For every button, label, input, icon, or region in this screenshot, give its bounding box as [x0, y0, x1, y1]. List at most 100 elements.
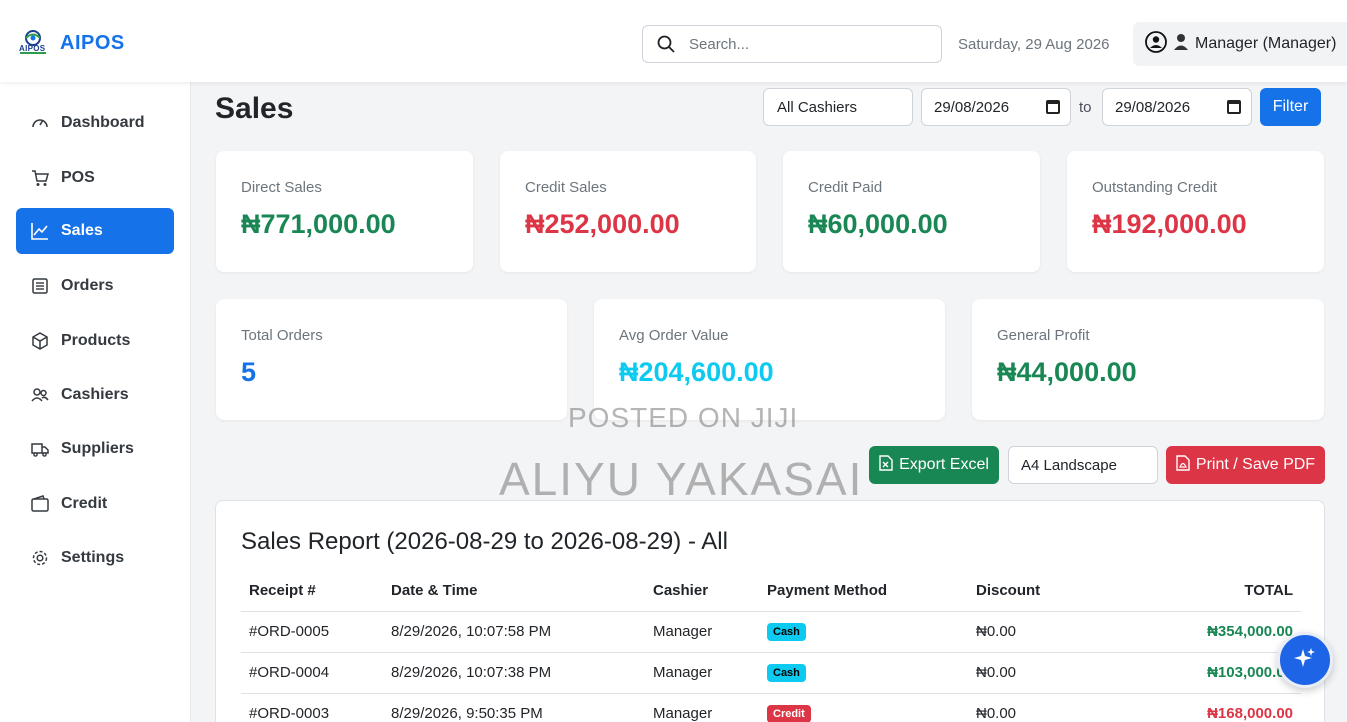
datetime-cell: 8/29/2026, 9:50:35 PM [383, 693, 645, 722]
stat-card-general-profit: General Profit ₦44,000.00 [972, 299, 1324, 420]
stat-label: Outstanding Credit [1092, 179, 1218, 196]
stat-label: Direct Sales [241, 179, 322, 196]
column-header[interactable]: Payment Method [759, 571, 968, 612]
calendar-icon[interactable] [1227, 100, 1241, 114]
stat-value: ₦252,000.00 [525, 209, 680, 239]
chart-line-icon [31, 222, 49, 240]
stat-value: ₦204,600.00 [619, 357, 774, 387]
watermark-line-2: ALIYU YAKASAI [499, 453, 864, 505]
stat-card-credit-sales: Credit Sales ₦252,000.00 [500, 151, 756, 272]
total-cell: ₦168,000.00 [1118, 693, 1301, 722]
print-pdf-label: Print / Save PDF [1195, 456, 1316, 473]
sparkles-icon [1293, 646, 1317, 675]
cashier-cell: Manager [645, 693, 759, 722]
search-icon [643, 26, 689, 62]
discount-cell: ₦0.00 [968, 611, 1118, 653]
payment-badge: Credit [767, 705, 811, 722]
stat-value: ₦44,000.00 [997, 357, 1137, 387]
truck-icon [31, 440, 49, 458]
table-row[interactable]: #ORD-0004 8/29/2026, 10:07:38 PM Manager… [241, 652, 1301, 694]
payment-method-cell: Cash [759, 611, 968, 653]
receipt-cell: #ORD-0003 [241, 693, 383, 722]
table-header-row: Receipt # Date & Time Cashier Payment Me… [241, 571, 1301, 612]
sidebar-item-cashiers[interactable]: Cashiers [16, 372, 174, 418]
sidebar-item-label: Products [61, 332, 131, 349]
column-header[interactable]: Receipt # [241, 571, 383, 612]
from-date-input[interactable]: 29/08/2026 [921, 88, 1071, 126]
aipos-logo-icon: AIPOS [16, 27, 50, 59]
print-pdf-button[interactable]: Print / Save PDF [1166, 446, 1325, 484]
from-date-value: 29/08/2026 [934, 98, 1010, 116]
current-date: Saturday, 29 Aug 2026 [958, 36, 1110, 53]
table-row[interactable]: #ORD-0003 8/29/2026, 9:50:35 PM Manager … [241, 693, 1301, 722]
search-input[interactable] [689, 35, 929, 53]
list-icon [31, 277, 49, 295]
stat-value: 5 [241, 357, 257, 387]
wallet-icon [31, 495, 49, 513]
stat-label: Credit Sales [525, 179, 607, 196]
top-bar: AIPOS AIPOS Saturday, 29 Aug 2026 Manage… [0, 0, 1347, 82]
to-date-input[interactable]: 29/08/2026 [1102, 88, 1252, 126]
table-row[interactable]: #ORD-0005 8/29/2026, 10:07:58 PM Manager… [241, 611, 1301, 653]
payment-method-cell: Cash [759, 652, 968, 694]
cashier-cell: Manager [645, 652, 759, 694]
stat-label: General Profit [997, 327, 1090, 344]
column-header[interactable]: Cashier [645, 571, 759, 612]
sidebar-item-label: Settings [61, 549, 125, 566]
brand[interactable]: AIPOS AIPOS [16, 27, 125, 59]
datetime-cell: 8/29/2026, 10:07:58 PM [383, 611, 645, 653]
column-header[interactable]: Discount [968, 571, 1118, 612]
stat-card-avg-order-value: Avg Order Value ₦204,600.00 [594, 299, 945, 420]
page-title: Sales [215, 92, 294, 125]
total-cell: ₦103,000.00 [1118, 652, 1301, 694]
sidebar-item-settings[interactable]: Settings [16, 535, 174, 581]
payment-badge: Cash [767, 623, 806, 641]
sales-table: Receipt # Date & Time Cashier Payment Me… [241, 571, 1301, 722]
sidebar-item-sales[interactable]: Sales [16, 208, 174, 254]
cashier-filter-select[interactable]: All Cashiers [763, 88, 913, 126]
ai-assistant-button[interactable] [1277, 632, 1333, 688]
stat-value: ₦771,000.00 [241, 209, 396, 239]
user-menu[interactable]: Manager (Manager) [1133, 22, 1347, 66]
stat-card-outstanding-credit: Outstanding Credit ₦192,000.00 [1067, 151, 1324, 272]
column-header[interactable]: TOTAL [1118, 571, 1301, 612]
sidebar-item-products[interactable]: Products [16, 318, 174, 364]
file-excel-icon [879, 454, 893, 476]
user-label: Manager (Manager) [1195, 35, 1337, 52]
sales-report-card: Sales Report (2026-08-29 to 2026-08-29) … [215, 500, 1325, 722]
user-circle-icon [1145, 30, 1167, 58]
stat-card-total-orders: Total Orders 5 [216, 299, 567, 420]
to-date-value: 29/08/2026 [1115, 98, 1191, 116]
sidebar-item-orders[interactable]: Orders [16, 263, 174, 309]
stat-card-credit-paid: Credit Paid ₦60,000.00 [783, 151, 1040, 272]
sidebar-item-credit[interactable]: Credit [16, 481, 174, 527]
sidebar-item-label: Dashboard [61, 114, 145, 131]
discount-cell: ₦0.00 [968, 652, 1118, 694]
sidebar-item-label: Suppliers [61, 440, 134, 457]
filter-button[interactable]: Filter [1260, 88, 1321, 126]
cart-icon [31, 169, 49, 187]
person-icon [1173, 33, 1189, 56]
sidebar-item-pos[interactable]: POS [16, 155, 174, 201]
paper-size-select[interactable]: A4 Landscape [1008, 446, 1158, 484]
discount-cell: ₦0.00 [968, 693, 1118, 722]
search-box[interactable] [642, 25, 942, 63]
stat-value: ₦60,000.00 [808, 209, 948, 239]
column-header[interactable]: Date & Time [383, 571, 645, 612]
payment-method-cell: Credit [759, 693, 968, 722]
logo-text: AIPOS [19, 44, 46, 53]
sidebar-item-dashboard[interactable]: Dashboard [16, 100, 174, 146]
cashier-cell: Manager [645, 611, 759, 653]
receipt-cell: #ORD-0004 [241, 652, 383, 694]
calendar-icon[interactable] [1046, 100, 1060, 114]
datetime-cell: 8/29/2026, 10:07:38 PM [383, 652, 645, 694]
box-icon [31, 332, 49, 350]
people-icon [31, 386, 49, 404]
sidebar: Dashboard POS Sales Orders Products Cash… [0, 82, 191, 722]
export-excel-button[interactable]: Export Excel [869, 446, 999, 484]
sidebar-item-suppliers[interactable]: Suppliers [16, 426, 174, 472]
receipt-cell: #ORD-0005 [241, 611, 383, 653]
total-cell: ₦354,000.00 [1118, 611, 1301, 653]
payment-badge: Cash [767, 664, 806, 682]
brand-name: AIPOS [60, 31, 125, 54]
